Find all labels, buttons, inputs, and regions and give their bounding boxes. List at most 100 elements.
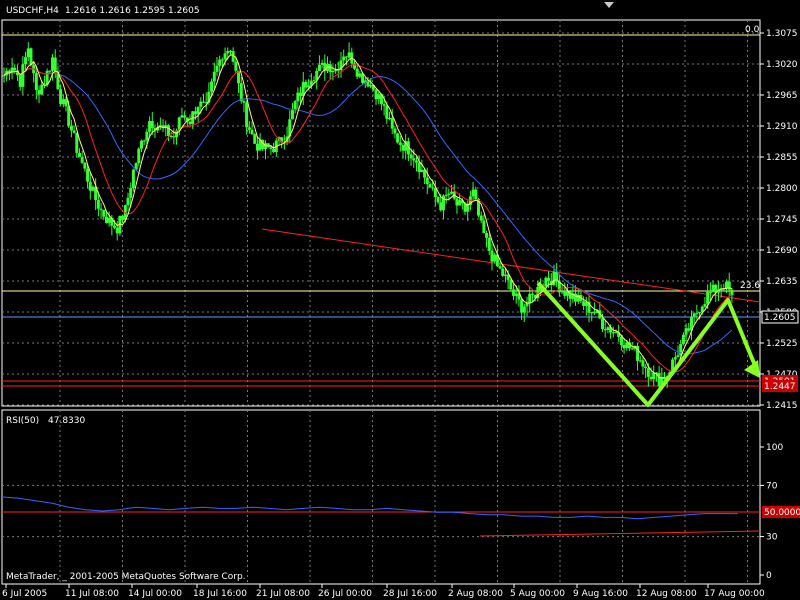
time-tick-label: 21 Jul 08:00: [256, 589, 310, 599]
price-axis: 1.3075 1.3020 1.2965 1.2910 1.2855 1.2800 1.27…: [760, 29, 798, 411]
candle-body: [145, 131, 149, 141]
candle-body: [503, 274, 507, 276]
candle-body: [374, 89, 378, 100]
candle-body: [509, 279, 513, 290]
candle-body: [582, 301, 586, 306]
candle-body: [40, 84, 44, 95]
candle-body: [512, 289, 516, 296]
time-tick-label: 2 Aug 08:00: [448, 589, 503, 599]
candle-body: [59, 89, 63, 105]
candle-body: [611, 332, 615, 334]
candle-body: [560, 291, 564, 293]
price-tag-level-2: 1.2447: [762, 380, 798, 392]
candle-body: [148, 121, 152, 132]
candle-body: [91, 186, 95, 191]
candle-body: [255, 143, 259, 151]
candle-body: [131, 169, 135, 188]
candle-body: [525, 303, 529, 307]
candle-body: [215, 65, 219, 72]
candle-body: [347, 52, 351, 58]
candle-body: [21, 64, 25, 87]
price-tick-label: 1.2635: [766, 277, 798, 287]
candle-body: [247, 127, 251, 130]
candle-body: [137, 148, 141, 164]
candle-body: [183, 115, 187, 118]
candle-body: [711, 284, 715, 292]
candle-body: [342, 56, 346, 61]
fib-label-mid: 23.6: [740, 281, 760, 291]
svg-text:1.2605: 1.2605: [764, 313, 796, 323]
candle-body: [299, 92, 303, 96]
candle-body: [253, 134, 257, 144]
candle-body: [48, 70, 52, 72]
candle-body: [646, 368, 650, 377]
svg-text:1.2447: 1.2447: [764, 382, 796, 392]
candle-body: [485, 233, 489, 238]
time-tick-label: 14 Jul 00:00: [128, 589, 182, 599]
chart-canvas[interactable]: USDCHF,H4 1.2616 1.2616 1.2595 1.2605 0.…: [0, 0, 800, 600]
candle-body: [644, 366, 648, 369]
price-tick-label: 1.2800: [766, 184, 798, 194]
candle-body: [99, 208, 103, 210]
candle-body: [417, 162, 421, 173]
symbol-label: USDCHF,H4: [6, 6, 59, 16]
candle-body: [681, 334, 685, 345]
rsi-tick-label: 70: [766, 481, 778, 491]
candle-body: [606, 327, 610, 330]
candle-body: [708, 291, 712, 293]
candle-body: [2, 75, 6, 77]
candle-body: [625, 342, 629, 349]
candle-body: [673, 357, 677, 360]
candle-body: [69, 125, 73, 131]
candle-body: [226, 50, 230, 54]
candle-body: [234, 61, 238, 71]
candle-body: [250, 129, 254, 135]
rsi-panel-frame: [1, 409, 761, 585]
candle-body: [703, 304, 707, 307]
candle-body: [439, 202, 443, 211]
candle-body: [331, 70, 335, 73]
time-tick-label: 12 Aug 08:00: [636, 589, 697, 599]
candle-body: [630, 348, 634, 350]
candle-body: [498, 266, 502, 269]
svg-text:50.0000: 50.0000: [764, 508, 800, 518]
candle-body: [51, 57, 55, 71]
candle-body: [61, 99, 65, 105]
candle-body: [245, 102, 249, 128]
time-tick-label: 28 Jul 16:00: [383, 589, 437, 599]
time-axis: 6 Jul 2005 11 Jul 08:00 14 Jul 00:00 18 Jul…: [2, 584, 765, 599]
projection-arrows[interactable]: [536, 281, 760, 407]
price-tick-label: 1.2415: [766, 401, 798, 411]
candle-body: [199, 101, 203, 107]
candle-body: [603, 329, 607, 331]
projection-zigzag[interactable]: [536, 281, 758, 407]
candle-body: [455, 198, 459, 206]
candle-body: [344, 56, 348, 58]
candle-body: [150, 121, 154, 129]
candle-body: [393, 128, 397, 134]
candle-body: [121, 215, 125, 220]
candle-body: [113, 225, 117, 228]
candle-body: [328, 64, 332, 73]
candle-body: [193, 111, 197, 115]
candle-body: [590, 312, 594, 314]
candle-body: [638, 360, 642, 362]
time-tick-label: 5 Aug 00:00: [510, 589, 565, 599]
chart-shift-marker-icon[interactable]: [604, 2, 614, 8]
candle-body: [601, 318, 605, 330]
candle-body: [447, 193, 451, 196]
candle-body: [53, 57, 57, 72]
candle-body: [466, 204, 470, 212]
candle-body: [676, 355, 680, 358]
candle-body: [444, 195, 448, 197]
candle-body: [398, 142, 402, 145]
candle-body: [471, 189, 475, 197]
candle-body: [420, 169, 424, 173]
candle-body: [317, 64, 321, 71]
candle-body: [388, 118, 392, 120]
candle-body: [202, 101, 206, 103]
price-tick-label: 1.2525: [766, 339, 798, 349]
candle-body: [695, 313, 699, 315]
candle-body: [86, 168, 90, 182]
candle-body: [75, 132, 79, 153]
